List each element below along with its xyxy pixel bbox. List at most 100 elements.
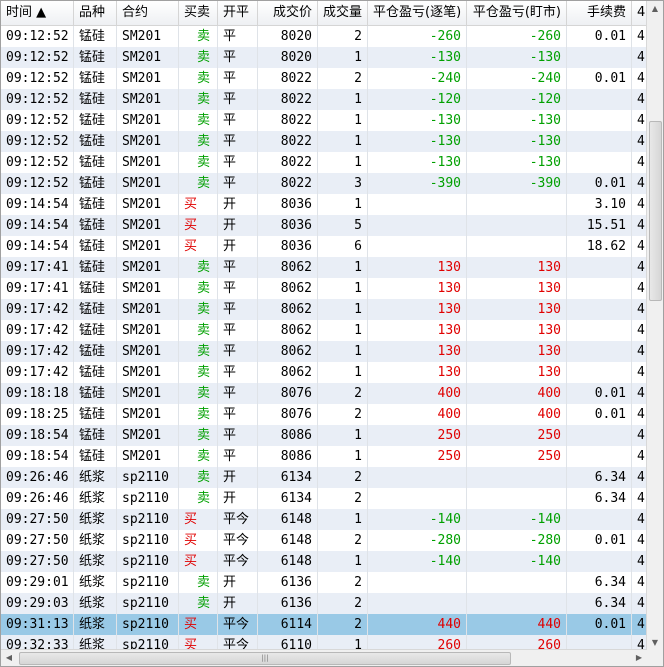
- cell-col-product: 锰硅: [74, 110, 117, 131]
- cell-col-contract: SM201: [117, 362, 179, 383]
- vertical-scroll-thumb[interactable]: [649, 121, 662, 301]
- header-col-openclose[interactable]: 开平: [218, 1, 258, 25]
- cell-col-time: 09:17:42: [1, 299, 74, 320]
- cell-col-time: 09:31:13: [1, 614, 74, 635]
- cell-col-pnl-trade: -260: [368, 26, 467, 47]
- table-row[interactable]: 09:12:52 锰硅 SM201 卖平 8022 1 -130 -130 4: [1, 131, 647, 152]
- table-row[interactable]: 09:27:50 纸浆 sp2110 买平今 6148 1 -140 -140 4: [1, 509, 647, 530]
- header-col-extra[interactable]: 4: [632, 1, 647, 25]
- cell-col-price: 8036: [258, 236, 318, 257]
- cell-col-time: 09:17:42: [1, 341, 74, 362]
- table-row[interactable]: 09:12:52 锰硅 SM201 卖平 8022 1 -120 -120 4: [1, 89, 647, 110]
- table-row[interactable]: 09:12:52 锰硅 SM201 卖平 8020 1 -130 -130 4: [1, 47, 647, 68]
- table-row[interactable]: 09:29:03 纸浆 sp2110 卖开 6136 2 6.34 4: [1, 593, 647, 614]
- cell-col-pnl-mtm: -260: [467, 26, 567, 47]
- cell-col-fee: [567, 299, 632, 320]
- cell-col-side: 买: [179, 194, 218, 215]
- cell-col-extra: 4: [632, 131, 647, 152]
- cell-col-side: 卖: [179, 572, 218, 593]
- header-col-fee[interactable]: 手续费: [567, 1, 632, 25]
- table-row[interactable]: 09:27:50 纸浆 sp2110 买平今 6148 2 -280 -280 0.01 4: [1, 530, 647, 551]
- table-row[interactable]: 09:12:52 锰硅 SM201 卖平 8022 3 -390 -390 0.01 4: [1, 173, 647, 194]
- table-row[interactable]: 09:17:42 锰硅 SM201 卖平 8062 1 130 130 4: [1, 299, 647, 320]
- table-row[interactable]: 09:26:46 纸浆 sp2110 卖开 6134 2 6.34 4: [1, 467, 647, 488]
- cell-col-fee: [567, 341, 632, 362]
- cell-col-side: 卖: [179, 467, 218, 488]
- table-row[interactable]: 09:26:46 纸浆 sp2110 卖开 6134 2 6.34 4: [1, 488, 647, 509]
- scroll-right-arrow-icon[interactable]: ▶: [631, 650, 647, 666]
- cell-col-price: 8062: [258, 362, 318, 383]
- cell-col-openclose: 平: [218, 257, 258, 278]
- table-row[interactable]: 09:17:42 锰硅 SM201 卖平 8062 1 130 130 4: [1, 341, 647, 362]
- table-row[interactable]: 09:18:54 锰硅 SM201 卖平 8086 1 250 250 4: [1, 425, 647, 446]
- header-col-pnl-mtm[interactable]: 平仓盈亏(盯市): [467, 1, 567, 25]
- cell-col-side: 买: [179, 551, 218, 572]
- table-row[interactable]: 09:17:41 锰硅 SM201 卖平 8062 1 130 130 4: [1, 278, 647, 299]
- cell-col-pnl-trade: [368, 236, 467, 257]
- cell-col-pnl-mtm: 440: [467, 614, 567, 635]
- cell-col-contract: SM201: [117, 425, 179, 446]
- table-row[interactable]: 09:14:54 锰硅 SM201 买开 8036 1 3.10 4: [1, 194, 647, 215]
- cell-col-side: 买: [179, 509, 218, 530]
- vertical-scrollbar[interactable]: ▲ ▼: [646, 1, 663, 651]
- table-row[interactable]: 09:17:42 锰硅 SM201 卖平 8062 1 130 130 4: [1, 362, 647, 383]
- cell-col-price: 8062: [258, 341, 318, 362]
- cell-col-time: 09:12:52: [1, 47, 74, 68]
- table-row[interactable]: 09:12:52 锰硅 SM201 卖平 8022 1 -130 -130 4: [1, 152, 647, 173]
- cell-col-extra: 4: [632, 362, 647, 383]
- cell-col-side: 卖: [179, 152, 218, 173]
- cell-col-product: 纸浆: [74, 572, 117, 593]
- table-row[interactable]: 09:29:01 纸浆 sp2110 卖开 6136 2 6.34 4: [1, 572, 647, 593]
- table-row[interactable]: 09:27:50 纸浆 sp2110 买平今 6148 1 -140 -140 4: [1, 551, 647, 572]
- cell-col-openclose: 平: [218, 341, 258, 362]
- horizontal-scroll-thumb[interactable]: |||: [19, 652, 511, 665]
- cell-col-contract: SM201: [117, 383, 179, 404]
- cell-col-pnl-mtm: [467, 488, 567, 509]
- table-row[interactable]: 09:18:54 锰硅 SM201 卖平 8086 1 250 250 4: [1, 446, 647, 467]
- cell-col-product: 锰硅: [74, 47, 117, 68]
- cell-col-fee: [567, 425, 632, 446]
- table-row[interactable]: 09:17:42 锰硅 SM201 卖平 8062 1 130 130 4: [1, 320, 647, 341]
- cell-col-price: 8062: [258, 299, 318, 320]
- scroll-up-arrow-icon[interactable]: ▲: [647, 1, 663, 17]
- table-row[interactable]: 09:31:13 纸浆 sp2110 买平今 6114 2 440 440 0.01 4: [1, 614, 647, 635]
- cell-col-volume: 1: [318, 89, 368, 110]
- header-col-side[interactable]: 买卖: [179, 1, 218, 25]
- table-row[interactable]: 09:12:52 锰硅 SM201 卖平 8022 1 -130 -130 4: [1, 110, 647, 131]
- horizontal-scrollbar[interactable]: ◀ ||| ▶: [1, 649, 647, 666]
- header-col-volume[interactable]: 成交量: [318, 1, 368, 25]
- table-row[interactable]: 09:18:25 锰硅 SM201 卖平 8076 2 400 400 0.01 4: [1, 404, 647, 425]
- header-col-price[interactable]: 成交价: [258, 1, 318, 25]
- cell-col-openclose: 平: [218, 68, 258, 89]
- header-col-time[interactable]: 时间 ▲: [1, 1, 74, 25]
- cell-col-pnl-mtm: [467, 194, 567, 215]
- cell-col-side: 卖: [179, 341, 218, 362]
- table-row[interactable]: 09:12:52 锰硅 SM201 卖平 8020 2 -260 -260 0.01 4: [1, 26, 647, 47]
- cell-col-contract: SM201: [117, 215, 179, 236]
- table-row[interactable]: 09:14:54 锰硅 SM201 买开 8036 5 15.51 4: [1, 215, 647, 236]
- cell-col-contract: SM201: [117, 236, 179, 257]
- cell-col-volume: 2: [318, 614, 368, 635]
- scroll-down-arrow-icon[interactable]: ▼: [647, 635, 663, 651]
- table-row[interactable]: 09:17:41 锰硅 SM201 卖平 8062 1 130 130 4: [1, 257, 647, 278]
- cell-col-extra: 4: [632, 320, 647, 341]
- cell-col-time: 09:14:54: [1, 215, 74, 236]
- table-row[interactable]: 09:12:52 锰硅 SM201 卖平 8022 2 -240 -240 0.01 4: [1, 68, 647, 89]
- cell-col-side: 卖: [179, 173, 218, 194]
- cell-col-pnl-mtm: 130: [467, 299, 567, 320]
- cell-col-contract: SM201: [117, 404, 179, 425]
- header-col-product[interactable]: 品种: [74, 1, 117, 25]
- cell-col-openclose: 平: [218, 152, 258, 173]
- header-col-contract[interactable]: 合约: [117, 1, 179, 25]
- cell-col-pnl-mtm: -140: [467, 551, 567, 572]
- table-row[interactable]: 09:18:18 锰硅 SM201 卖平 8076 2 400 400 0.01 4: [1, 383, 647, 404]
- cell-col-volume: 2: [318, 383, 368, 404]
- cell-col-pnl-trade: -130: [368, 47, 467, 68]
- table-row[interactable]: 09:14:54 锰硅 SM201 买开 8036 6 18.62 4: [1, 236, 647, 257]
- header-col-pnl-trade[interactable]: 平仓盈亏(逐笔): [368, 1, 467, 25]
- cell-col-volume: 1: [318, 47, 368, 68]
- cell-col-price: 6148: [258, 551, 318, 572]
- scroll-left-arrow-icon[interactable]: ◀: [1, 650, 17, 666]
- cell-col-product: 纸浆: [74, 488, 117, 509]
- cell-col-pnl-mtm: 130: [467, 320, 567, 341]
